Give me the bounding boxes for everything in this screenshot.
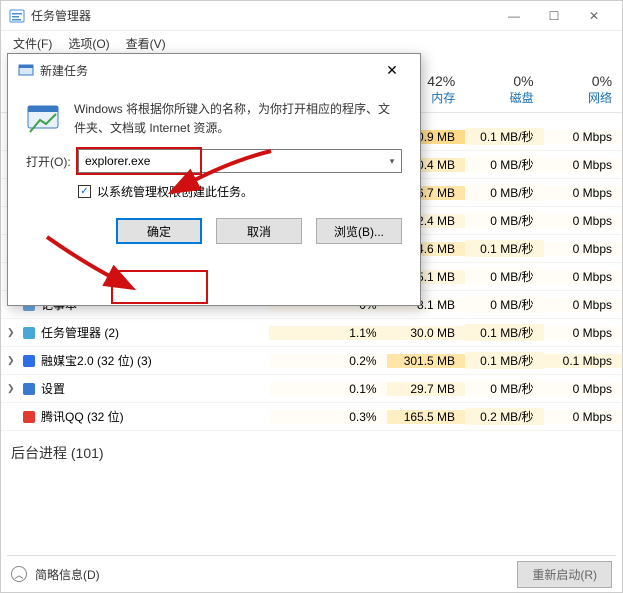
process-name: 融媒宝2.0 (32 位) (3)	[41, 352, 152, 369]
process-name: 腾讯QQ (32 位)	[41, 408, 124, 425]
expand-icon[interactable]: ❯	[7, 383, 17, 394]
dropdown-icon[interactable]: ▾	[383, 156, 401, 167]
disk-cell: 0.2 MB/秒	[465, 408, 543, 425]
disk-cell: 0 MB/秒	[465, 296, 543, 313]
cpu-cell: 0.2%	[269, 354, 386, 368]
cpu-cell: 0.3%	[269, 410, 386, 424]
disk-cell: 0 MB/秒	[465, 268, 543, 285]
table-row[interactable]: ❯ 任务管理器 (2) 1.1%30.0 MB0.1 MB/秒0 Mbps	[1, 319, 622, 347]
table-row[interactable]: ❯ 融媒宝2.0 (32 位) (3) 0.2%301.5 MB0.1 MB/秒0.…	[1, 347, 622, 375]
menu-file[interactable]: 文件(F)	[7, 33, 58, 54]
process-name: 设置	[41, 380, 65, 397]
menu-bar: 文件(F) 选项(O) 查看(V)	[1, 31, 622, 55]
disk-cell: 0.1 MB/秒	[465, 128, 543, 145]
window-title: 任务管理器	[31, 7, 494, 24]
network-cell: 0 Mbps	[544, 242, 622, 256]
dialog-title: 新建任务	[40, 62, 374, 79]
column-disk[interactable]: 0% 磁盘	[465, 67, 543, 112]
memory-cell: 29.7 MB	[387, 382, 465, 396]
expand-icon[interactable]: ❯	[7, 355, 17, 366]
ok-button[interactable]: 确定	[116, 218, 202, 244]
open-label: 打开(O):	[26, 153, 72, 170]
table-row[interactable]: ❯ 设置 0.1%29.7 MB0 MB/秒0 Mbps	[1, 375, 622, 403]
disk-cell: 0.1 MB/秒	[465, 352, 543, 369]
table-row[interactable]: 腾讯QQ (32 位) 0.3%165.5 MB0.2 MB/秒0 Mbps	[1, 403, 622, 431]
network-cell: 0.1 Mbps	[544, 354, 622, 368]
chevron-up-icon: ︿	[11, 566, 27, 582]
process-icon	[21, 353, 37, 369]
dialog-close-button[interactable]: ✕	[374, 56, 410, 84]
new-task-dialog: 新建任务 ✕ Windows 将根据你所键入的名称，为你打开相应的程序、文件夹、…	[7, 53, 421, 306]
run-icon	[26, 100, 62, 136]
network-cell: 0 Mbps	[544, 270, 622, 284]
process-icon	[21, 409, 37, 425]
run-dialog-icon	[18, 62, 34, 78]
admin-checkbox[interactable]: ✓	[78, 185, 91, 198]
cpu-cell: 0.1%	[269, 382, 386, 396]
network-cell: 0 Mbps	[544, 410, 622, 424]
memory-cell: 165.5 MB	[387, 410, 465, 424]
disk-cell: 0 MB/秒	[465, 380, 543, 397]
cpu-cell: 1.1%	[269, 326, 386, 340]
footer: ︿ 简略信息(D) 重新启动(R)	[1, 556, 622, 592]
disk-cell: 0.1 MB/秒	[465, 324, 543, 341]
network-cell: 0 Mbps	[544, 130, 622, 144]
expand-icon[interactable]: ❯	[7, 327, 17, 338]
disk-cell: 0.1 MB/秒	[465, 240, 543, 257]
disk-cell: 0 MB/秒	[465, 212, 543, 229]
fewer-details-button[interactable]: ︿ 简略信息(D)	[11, 566, 100, 583]
network-cell: 0 Mbps	[544, 158, 622, 172]
task-manager-icon	[9, 8, 25, 24]
dialog-title-bar: 新建任务 ✕	[8, 54, 420, 86]
process-icon	[21, 325, 37, 341]
network-cell: 0 Mbps	[544, 326, 622, 340]
admin-checkbox-label: 以系统管理权限创建此任务。	[97, 183, 253, 200]
network-cell: 0 Mbps	[544, 298, 622, 312]
process-name: 任务管理器 (2)	[41, 324, 119, 341]
network-cell: 0 Mbps	[544, 214, 622, 228]
memory-cell: 30.0 MB	[387, 326, 465, 340]
column-network[interactable]: 0% 网络	[544, 67, 622, 112]
disk-cell: 0 MB/秒	[465, 156, 543, 173]
network-cell: 0 Mbps	[544, 382, 622, 396]
close-window-button[interactable]: ✕	[574, 1, 614, 31]
menu-view[interactable]: 查看(V)	[120, 33, 172, 54]
restart-button[interactable]: 重新启动(R)	[517, 561, 612, 588]
maximize-button[interactable]: ☐	[534, 1, 574, 31]
memory-cell: 301.5 MB	[387, 354, 465, 368]
network-cell: 0 Mbps	[544, 186, 622, 200]
menu-options[interactable]: 选项(O)	[62, 33, 115, 54]
browse-button[interactable]: 浏览(B)...	[316, 218, 402, 244]
title-bar: 任务管理器 — ☐ ✕	[1, 1, 622, 31]
minimize-button[interactable]: —	[494, 1, 534, 31]
cancel-button[interactable]: 取消	[216, 218, 302, 244]
section-background-processes: 后台进程 (101)	[1, 431, 622, 469]
dialog-message: Windows 将根据你所键入的名称，为你打开相应的程序、文件夹、文档或 Int…	[74, 100, 402, 137]
open-combobox[interactable]: ▾	[78, 149, 402, 173]
process-icon	[21, 381, 37, 397]
annotation-box-ok	[111, 270, 208, 304]
open-input[interactable]	[79, 150, 383, 172]
disk-cell: 0 MB/秒	[465, 184, 543, 201]
task-manager-window: 任务管理器 — ☐ ✕ 文件(F) 选项(O) 查看(V) 42% 内存 0% …	[0, 0, 623, 593]
